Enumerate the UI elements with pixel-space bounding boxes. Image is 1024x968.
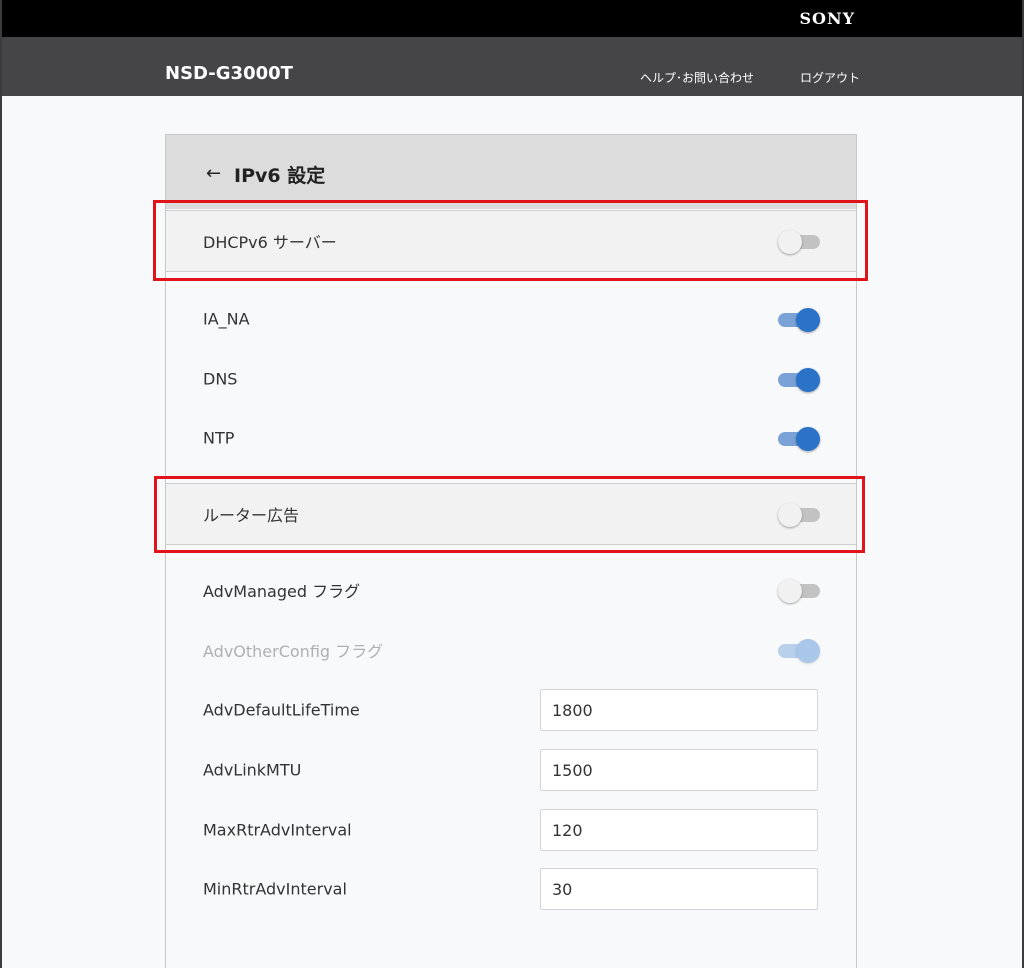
adv-other-config-toggle xyxy=(778,637,820,663)
router-advertisement-toggle[interactable] xyxy=(778,501,820,527)
brand-bar: SONY xyxy=(2,0,1022,37)
min-rtr-adv-interval-input[interactable] xyxy=(540,868,818,910)
arrow-left-icon[interactable]: ← xyxy=(206,163,221,184)
adv-link-mtu-label: AdvLinkMTU xyxy=(203,760,302,780)
row-dns: DNS xyxy=(166,349,856,409)
row-ntp: NTP xyxy=(166,408,856,468)
max-rtr-adv-interval-label: MaxRtrAdvInterval xyxy=(203,820,352,840)
adv-link-mtu-input[interactable] xyxy=(540,749,818,791)
panel-header: ← IPv6 設定 xyxy=(166,135,856,209)
help-link[interactable]: ヘルプ･お問い合わせ xyxy=(640,69,754,86)
adv-managed-toggle[interactable] xyxy=(778,577,820,603)
router-advertisement-label: ルーター広告 xyxy=(203,506,300,525)
adv-other-config-label: AdvOtherConfig フラグ xyxy=(203,642,384,661)
row-adv-link-mtu: AdvLinkMTU xyxy=(166,740,856,800)
app-header: NSD-G3000T ヘルプ･お問い合わせ ログアウト xyxy=(2,37,1022,96)
ia-na-label: IA_NA xyxy=(203,309,250,329)
adv-default-lifetime-label: AdvDefaultLifeTime xyxy=(203,700,360,720)
adv-managed-label: AdvManaged フラグ xyxy=(203,582,361,601)
window-border-left xyxy=(0,0,2,968)
dhcpv6-server-label: DHCPv6 サーバー xyxy=(203,233,337,252)
row-dhcpv6-server: DHCPv6 サーバー xyxy=(166,210,856,272)
ntp-toggle[interactable] xyxy=(778,425,820,451)
row-min-rtr-adv-interval: MinRtrAdvInterval xyxy=(166,859,856,919)
ia-na-toggle[interactable] xyxy=(778,306,820,332)
row-router-advertisement: ルーター広告 xyxy=(166,483,856,545)
page-title: IPv6 設定 xyxy=(234,165,326,187)
ipv6-settings-panel: ← IPv6 設定 DHCPv6 サーバー IA_NA DNS NTP ルーター… xyxy=(165,134,857,968)
row-max-rtr-adv-interval: MaxRtrAdvInterval xyxy=(166,800,856,860)
row-adv-other-config: AdvOtherConfig フラグ xyxy=(166,620,856,680)
adv-default-lifetime-input[interactable] xyxy=(540,689,818,731)
min-rtr-adv-interval-label: MinRtrAdvInterval xyxy=(203,879,347,899)
dns-toggle[interactable] xyxy=(778,366,820,392)
row-adv-managed: AdvManaged フラグ xyxy=(166,560,856,620)
row-ia-na: IA_NA xyxy=(166,289,856,349)
logout-link[interactable]: ログアウト xyxy=(800,69,860,86)
ntp-label: NTP xyxy=(203,428,235,448)
row-adv-default-lifetime: AdvDefaultLifeTime xyxy=(166,680,856,740)
max-rtr-adv-interval-input[interactable] xyxy=(540,809,818,851)
dhcpv6-server-toggle[interactable] xyxy=(778,228,820,254)
dns-label: DNS xyxy=(203,369,238,389)
sony-logo: SONY xyxy=(799,9,855,28)
product-name: NSD-G3000T xyxy=(165,63,293,84)
